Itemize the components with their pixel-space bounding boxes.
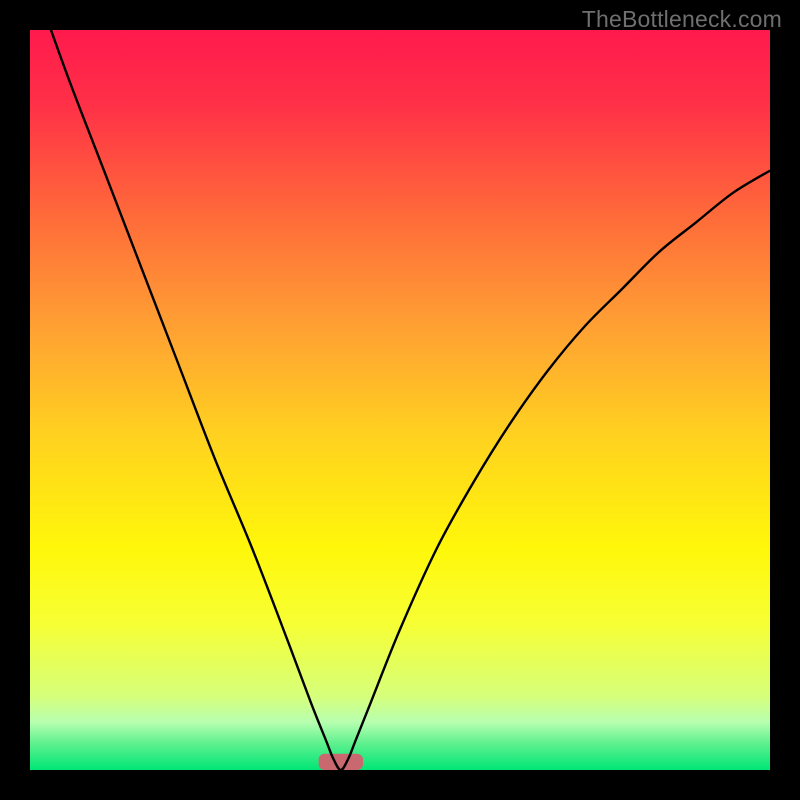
plot-area xyxy=(30,30,770,770)
gradient-background xyxy=(30,30,770,770)
bottleneck-chart xyxy=(30,30,770,770)
watermark-text: TheBottleneck.com xyxy=(582,6,782,33)
chart-frame: TheBottleneck.com xyxy=(0,0,800,800)
min-marker xyxy=(319,754,363,770)
